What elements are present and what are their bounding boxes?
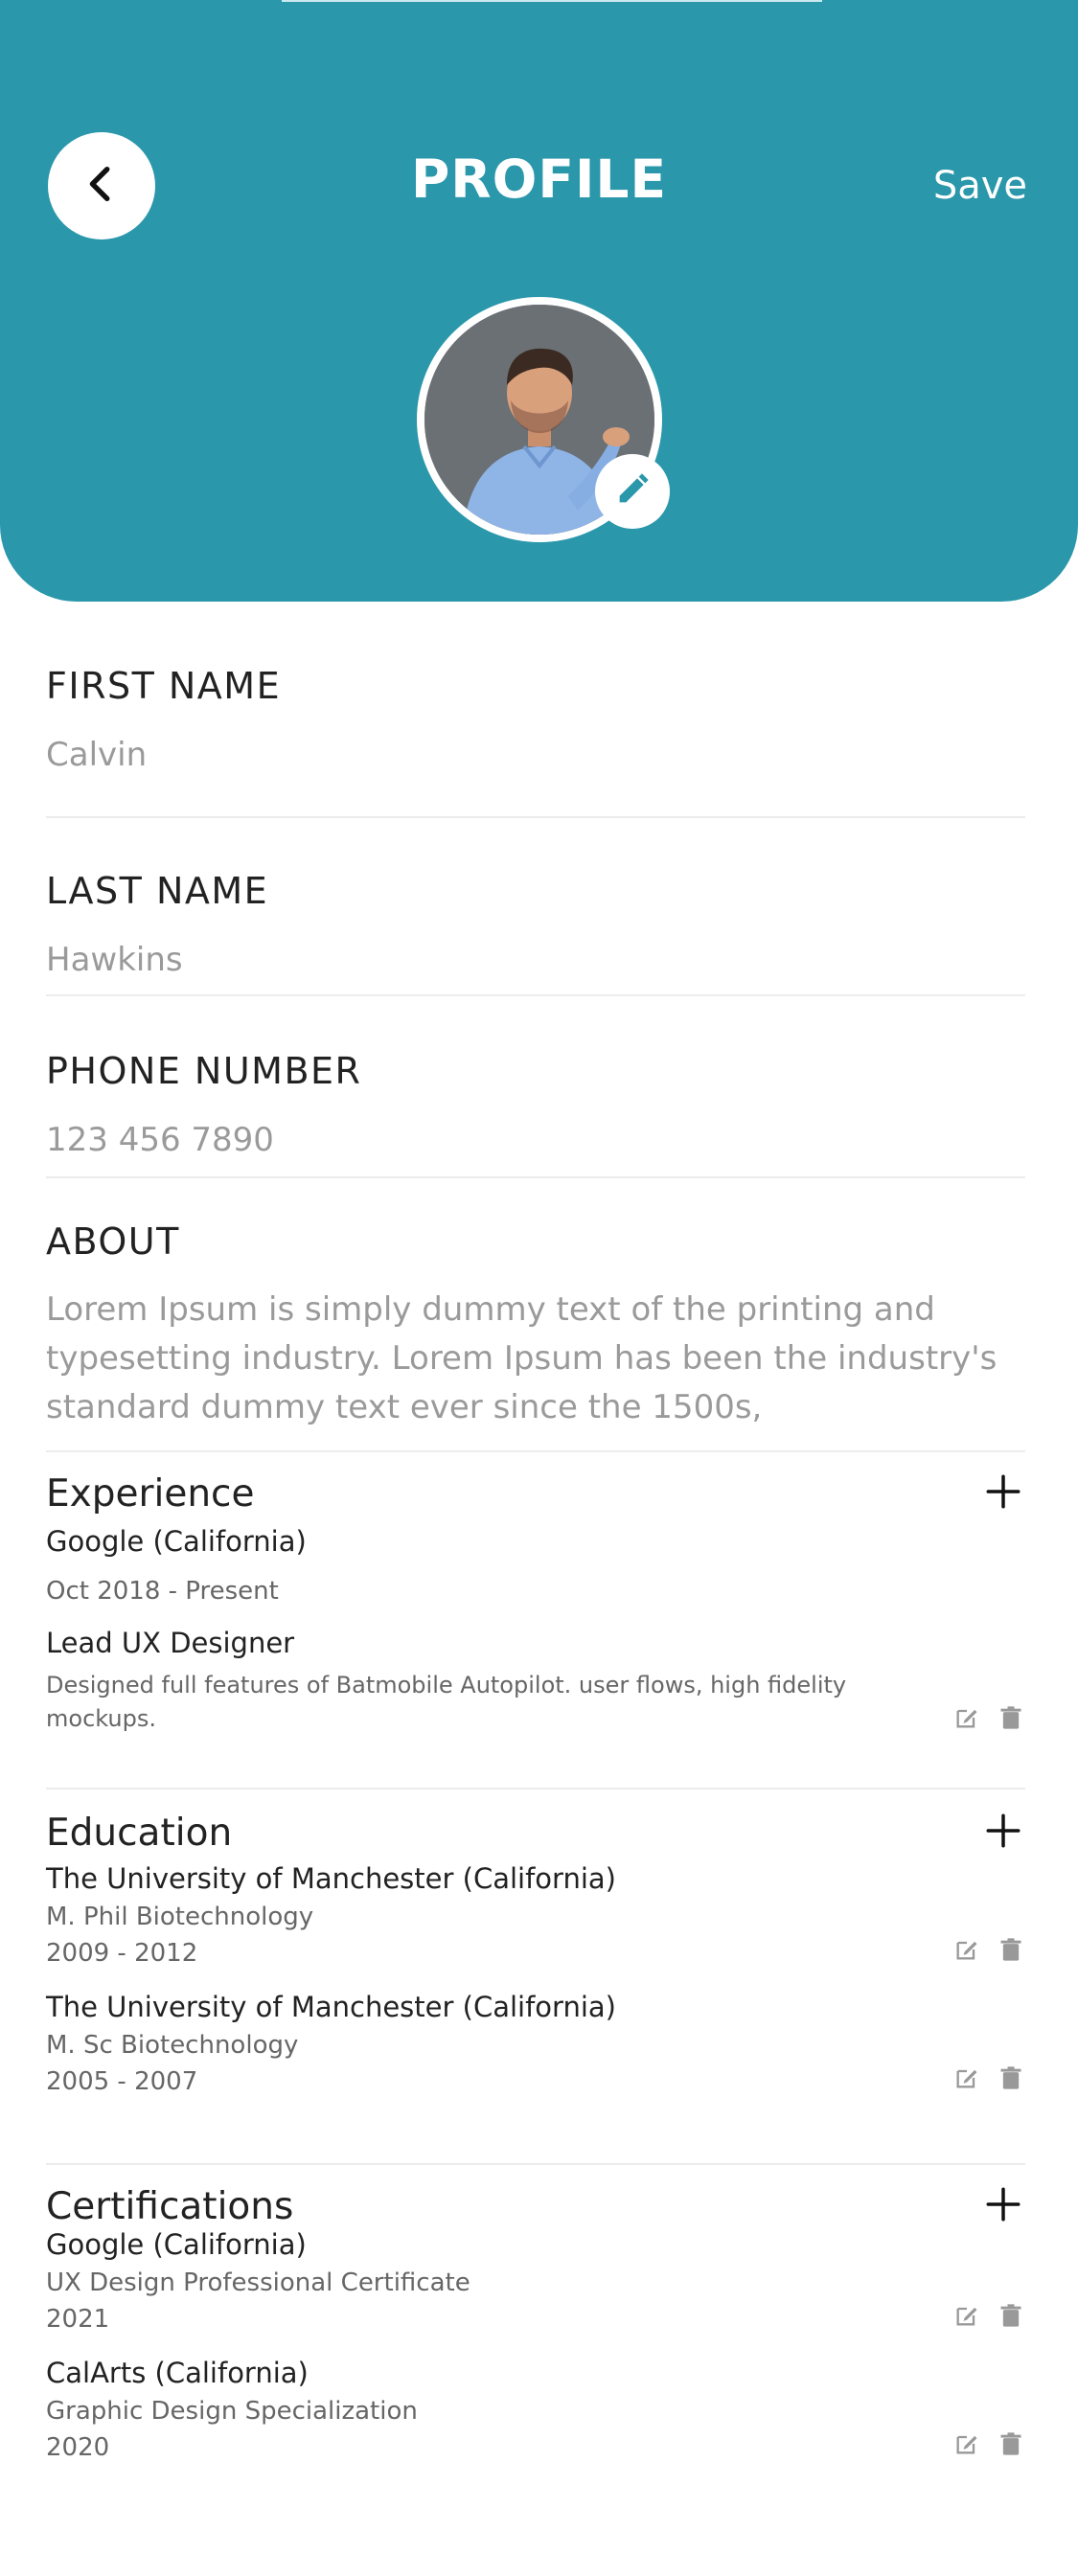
education-actions — [952, 2065, 1025, 2094]
last-name-field[interactable]: LAST NAME Hawkins — [46, 818, 1025, 996]
certification-name: Graphic Design Specialization — [46, 2397, 418, 2426]
delete-education-button[interactable] — [997, 1937, 1025, 1966]
delete-certification-button[interactable] — [997, 2303, 1025, 2332]
first-name-value[interactable]: Calvin — [46, 736, 1025, 774]
education-org: The University of Manchester (California… — [46, 1862, 616, 1895]
edit-photo-button[interactable] — [595, 454, 670, 529]
experience-title: Experience — [46, 1471, 255, 1516]
certifications-section: Certifications Google (California) UX De… — [46, 2165, 1025, 2462]
edit-icon — [953, 1936, 980, 1967]
education-actions — [952, 1937, 1025, 1966]
trash-icon — [998, 2430, 1024, 2461]
certifications-title: Certifications — [46, 2184, 294, 2228]
trash-icon — [998, 2064, 1024, 2095]
plus-icon — [983, 2184, 1023, 2228]
trash-icon — [998, 1704, 1024, 1735]
profile-form: FIRST NAME Calvin LAST NAME Hawkins PHON… — [46, 602, 1025, 2462]
last-name-label: LAST NAME — [46, 870, 269, 912]
last-name-value[interactable]: Hawkins — [46, 941, 1025, 979]
edit-icon — [953, 2430, 980, 2461]
about-value[interactable]: Lorem Ipsum is simply dummy text of the … — [46, 1286, 1025, 1432]
about-label: ABOUT — [46, 1220, 180, 1263]
education-section: Education The University of Manchester (… — [46, 1790, 1025, 2165]
experience-entry: Google (California) Oct 2018 - Present L… — [46, 1525, 1025, 1736]
phone-field[interactable]: PHONE NUMBER 123 456 7890 — [46, 996, 1025, 1178]
certification-org: CalArts (California) — [46, 2357, 309, 2389]
education-degree: M. Phil Biotechnology — [46, 1903, 314, 1931]
edit-education-button[interactable] — [952, 2065, 981, 2094]
plus-icon — [983, 1811, 1023, 1855]
edit-icon — [953, 2064, 980, 2095]
certification-name: UX Design Professional Certificate — [46, 2268, 470, 2297]
education-entry: The University of Manchester (California… — [46, 1991, 1025, 2096]
education-years: 2005 - 2007 — [46, 2067, 198, 2096]
experience-description: Designed full features of Batmobile Auto… — [46, 1672, 847, 1732]
certification-entry: Google (California) UX Design Profession… — [46, 2228, 1025, 2334]
save-button[interactable]: Save — [933, 164, 1027, 208]
experience-role: Lead UX Designer — [46, 1627, 295, 1659]
experience-org: Google (California) — [46, 1525, 307, 1558]
add-education-button[interactable] — [981, 1811, 1025, 1855]
profile-header: PROFILE Save — [0, 0, 1078, 602]
certification-entry: CalArts (California) Graphic Design Spec… — [46, 2357, 1025, 2462]
experience-section: Experience Google (California) Oct 2018 … — [46, 1452, 1025, 1790]
first-name-label: FIRST NAME — [46, 665, 282, 707]
trash-icon — [998, 1936, 1024, 1967]
edit-education-button[interactable] — [952, 1937, 981, 1966]
add-certification-button[interactable] — [981, 2184, 1025, 2228]
edit-icon — [953, 1704, 980, 1735]
page-title: PROFILE — [410, 148, 668, 210]
delete-education-button[interactable] — [997, 2065, 1025, 2094]
education-entry: The University of Manchester (California… — [46, 1862, 1025, 1968]
add-experience-button[interactable] — [981, 1471, 1025, 1516]
education-years: 2009 - 2012 — [46, 1939, 198, 1968]
edit-certification-button[interactable] — [952, 2431, 981, 2460]
education-title: Education — [46, 1811, 233, 1855]
pencil-icon — [613, 470, 652, 513]
phone-label: PHONE NUMBER — [46, 1050, 362, 1092]
status-strip — [282, 0, 822, 2]
phone-value[interactable]: 123 456 7890 — [46, 1121, 1025, 1159]
certification-year: 2020 — [46, 2433, 110, 2462]
certification-actions — [952, 2303, 1025, 2332]
certification-year: 2021 — [46, 2305, 110, 2334]
delete-certification-button[interactable] — [997, 2431, 1025, 2460]
trash-icon — [998, 2302, 1024, 2333]
certification-actions — [952, 2431, 1025, 2460]
first-name-field[interactable]: FIRST NAME Calvin — [46, 602, 1025, 818]
edit-icon — [953, 2302, 980, 2333]
education-degree: M. Sc Biotechnology — [46, 2031, 299, 2060]
edit-certification-button[interactable] — [952, 2303, 981, 2332]
edit-experience-button[interactable] — [952, 1705, 981, 1734]
delete-experience-button[interactable] — [997, 1705, 1025, 1734]
about-field[interactable]: ABOUT Lorem Ipsum is simply dummy text o… — [46, 1178, 1025, 1452]
experience-dates: Oct 2018 - Present — [46, 1577, 279, 1606]
certification-org: Google (California) — [46, 2228, 307, 2261]
experience-actions — [952, 1705, 1025, 1734]
plus-icon — [983, 1471, 1023, 1516]
education-org: The University of Manchester (California… — [46, 1991, 616, 2023]
